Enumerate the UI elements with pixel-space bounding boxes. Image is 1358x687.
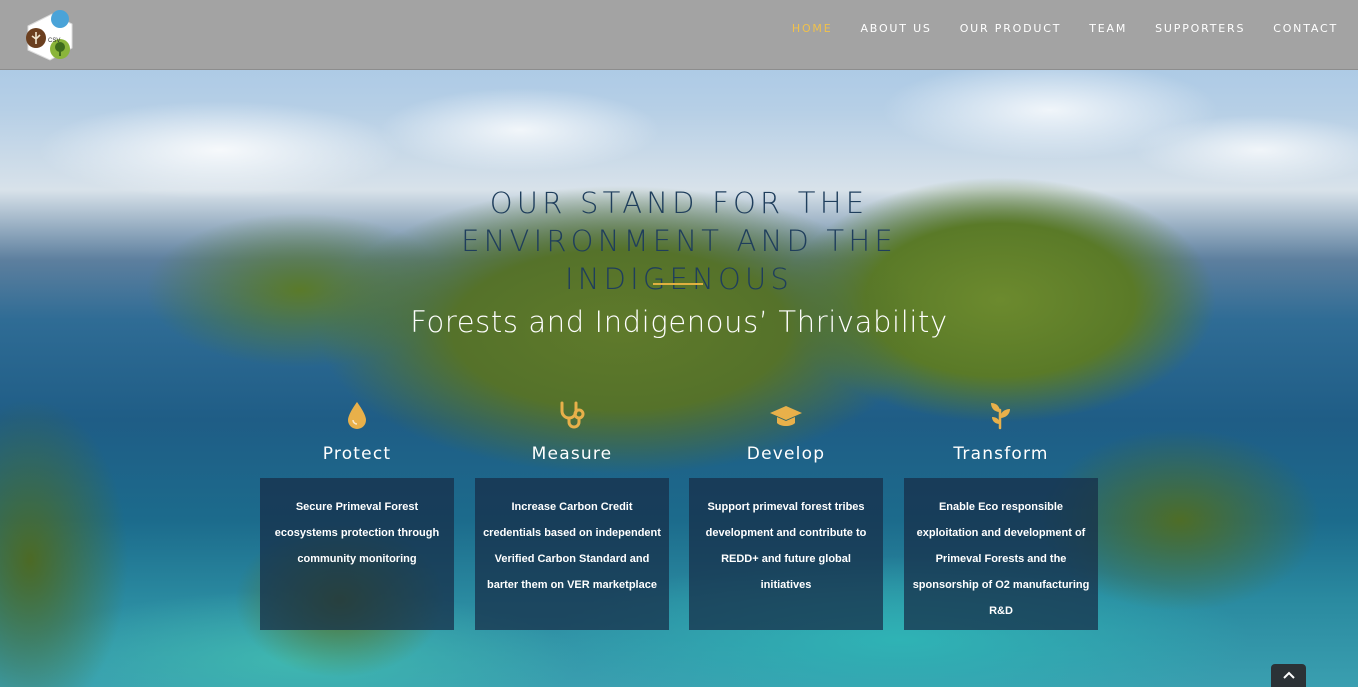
feature-title: Develop — [746, 444, 826, 464]
drop-icon — [260, 400, 454, 436]
nav-item-home[interactable]: HOME — [778, 22, 847, 35]
feature-develop: Develop Support primeval forest tribes d… — [689, 400, 883, 630]
feature-description: Support primeval forest tribes developme… — [689, 478, 883, 630]
feature-title: Transform — [953, 444, 1049, 464]
nav-item-about-us[interactable]: ABOUT US — [846, 22, 945, 35]
nav-item-our-product[interactable]: OUR PRODUCT — [946, 22, 1076, 35]
hero-title: OUR STAND FOR THE ENVIRONMENT AND THE IN… — [461, 186, 897, 296]
feature-title: Protect — [322, 444, 392, 464]
feature-title: Measure — [531, 444, 613, 464]
hero-subtitle: Forests and Indigenous’ Thrivability — [410, 305, 948, 339]
nav-item-contact[interactable]: CONTACT — [1259, 22, 1358, 35]
main-nav: HOME ABOUT US OUR PRODUCT TEAM SUPPORTER… — [778, 0, 1358, 56]
feature-transform: Transform Enable Eco responsible exploit… — [904, 400, 1098, 630]
feature-protect: Protect Secure Primeval Forest ecosystem… — [260, 400, 454, 630]
seedling-icon — [904, 400, 1098, 436]
stethoscope-icon — [475, 400, 669, 436]
chevron-up-icon — [1282, 671, 1295, 679]
back-to-top-button[interactable] — [1271, 664, 1306, 687]
graduation-cap-icon — [689, 400, 883, 436]
nav-item-team[interactable]: TEAM — [1075, 22, 1141, 35]
feature-measure: Measure Increase Carbon Credit credentia… — [475, 400, 669, 630]
nav-item-supporters[interactable]: SUPPORTERS — [1141, 22, 1259, 35]
feature-description: Increase Carbon Credit credentials based… — [475, 478, 669, 630]
logo-text: CSV — [48, 38, 60, 44]
feature-description: Secure Primeval Forest ecosystems protec… — [260, 478, 454, 630]
site-header: CSV HOME ABOUT US OUR PRODUCT TEAM SUPPO… — [0, 0, 1358, 70]
csv-logo-icon: CSV — [26, 10, 73, 61]
site-logo[interactable]: CSV — [22, 8, 76, 62]
hero-divider — [653, 283, 703, 285]
feature-description: Enable Eco responsible exploitation and … — [904, 478, 1098, 630]
page: CSV HOME ABOUT US OUR PRODUCT TEAM SUPPO… — [0, 0, 1358, 687]
